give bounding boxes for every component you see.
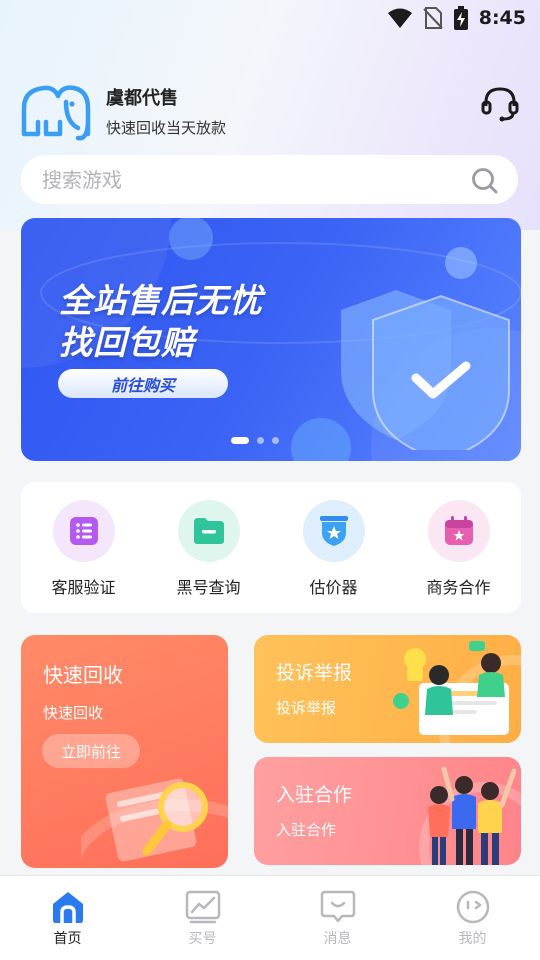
brand-name: 虞都代售 (106, 87, 178, 109)
app-header: 虞都代售 快速回收当天放款 (20, 82, 520, 142)
banner-buy-button[interactable]: 前往购买 (58, 369, 228, 398)
quick-action-label: 商务合作 (426, 578, 491, 597)
search-bar[interactable] (21, 155, 518, 204)
quick-actions-panel: 客服验证 黑号查询 估价器 商务合作 (21, 482, 521, 613)
brand-block: 虞都代售 快速回收当天放款 (106, 87, 226, 138)
status-bar: 8:45 (0, 0, 540, 36)
card-subtitle: 投诉举报 (276, 699, 337, 717)
folder-icon (177, 500, 240, 562)
home-icon (52, 892, 83, 923)
carousel-dot[interactable] (257, 437, 264, 444)
calendar-star-icon (427, 500, 490, 562)
card-title: 投诉举报 (276, 662, 353, 684)
brand-slogan: 快速回收当天放款 (106, 118, 227, 137)
tab-messages[interactable]: 消息 (293, 890, 383, 960)
shield-icon (302, 500, 365, 562)
go-now-button[interactable]: 立即前往 (42, 734, 140, 768)
quick-action-label: 黑号查询 (176, 578, 241, 597)
tab-label: 消息 (323, 931, 352, 947)
magnifier-document-icon (81, 778, 228, 862)
search-input[interactable] (42, 167, 442, 192)
no-sim-icon (423, 7, 443, 29)
tab-home[interactable]: 首页 (23, 890, 113, 960)
report-illustration-icon (393, 641, 521, 743)
card-title: 快速回收 (43, 663, 123, 687)
promo-banner[interactable]: 全站售后无忧 找回包赔 前往购买 (21, 218, 521, 461)
quick-action-estimator[interactable]: 估价器 (279, 500, 389, 598)
carousel-dot[interactable] (272, 437, 279, 444)
carousel-indicator (231, 437, 279, 444)
quick-action-blacklist-check[interactable]: 黑号查询 (154, 500, 264, 598)
elephant-logo-icon (21, 85, 91, 141)
list-icon (52, 500, 115, 562)
card-subtitle: 入驻合作 (276, 821, 337, 839)
complaint-report-card[interactable]: 投诉举报 投诉举报 (254, 635, 521, 743)
search-icon[interactable] (471, 167, 498, 194)
tab-buy-account[interactable]: 买号 (158, 890, 248, 960)
quick-action-business[interactable]: 商务合作 (404, 500, 514, 598)
battery-charging-icon (453, 6, 468, 30)
status-time: 8:45 (478, 7, 526, 29)
customer-service-headset-icon[interactable] (480, 84, 520, 124)
card-title: 入驻合作 (276, 784, 353, 806)
quick-action-label: 估价器 (309, 578, 358, 597)
banner-subheadline: 找回包赔 (59, 323, 195, 362)
message-icon (320, 890, 355, 923)
bottom-tab-bar: 首页 买号 消息 我的 (0, 875, 540, 960)
tab-label: 买号 (188, 931, 217, 947)
banner-headline: 全站售后无忧 (59, 281, 263, 320)
quick-action-label: 客服验证 (51, 578, 116, 597)
partnership-card[interactable]: 入驻合作 入驻合作 (254, 757, 521, 865)
quick-recycle-card[interactable]: 快速回收 快速回收 立即前往 (21, 635, 228, 868)
quick-action-service-verify[interactable]: 客服验证 (29, 500, 139, 598)
chart-icon (185, 890, 220, 924)
tab-label: 我的 (458, 931, 487, 947)
tab-label: 首页 (53, 931, 82, 947)
partners-illustration-icon (419, 766, 521, 865)
profile-face-icon (456, 890, 489, 924)
wifi-icon (387, 8, 412, 28)
tab-profile[interactable]: 我的 (428, 890, 518, 960)
check-shield-icon (341, 290, 510, 450)
card-subtitle: 快速回收 (43, 704, 104, 722)
carousel-dot[interactable] (231, 437, 249, 444)
